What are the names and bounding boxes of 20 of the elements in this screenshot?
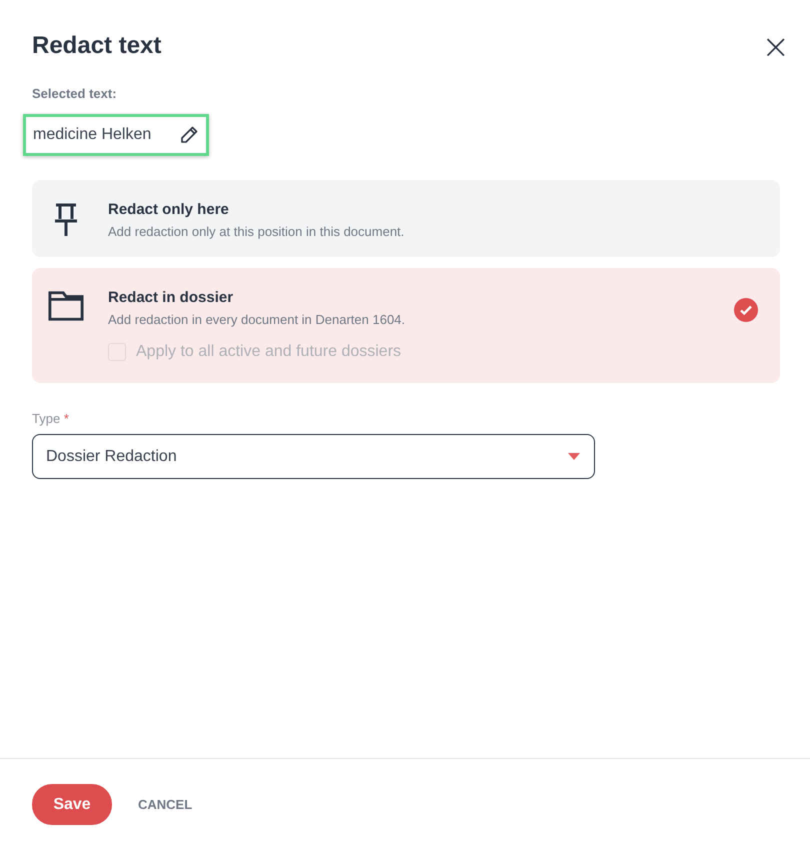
required-mark: * xyxy=(64,411,69,426)
option-card[interactable]: Redact only here Add redaction only at this position in this document. xyxy=(32,180,780,257)
cancel-button[interactable]: CANCEL xyxy=(132,796,198,813)
option-description: Add redaction only at this position in this document. xyxy=(108,224,406,239)
type-dropdown[interactable]: Dossier Redaction xyxy=(32,434,595,479)
option-title: Redact only here xyxy=(108,200,230,220)
field-label: Type xyxy=(32,411,60,426)
folder-icon xyxy=(48,290,84,322)
check-icon xyxy=(734,298,758,322)
selected-text-field[interactable]: medicine Helken xyxy=(23,114,209,156)
checkbox-label: Apply to all active and future dossiers xyxy=(136,343,402,361)
option-description: Add redaction in every document in Denarten 1604. xyxy=(108,312,406,327)
caret-icon xyxy=(568,453,580,460)
pin-icon xyxy=(52,202,80,238)
pencil-icon[interactable] xyxy=(179,125,199,145)
field-label: Selected text: xyxy=(32,86,118,101)
close-button[interactable]: × xyxy=(762,34,790,60)
dialog-title: Redact text xyxy=(32,31,162,61)
save-button[interactable]: Save xyxy=(32,784,112,825)
option-title: Redact in dossier xyxy=(108,288,234,308)
